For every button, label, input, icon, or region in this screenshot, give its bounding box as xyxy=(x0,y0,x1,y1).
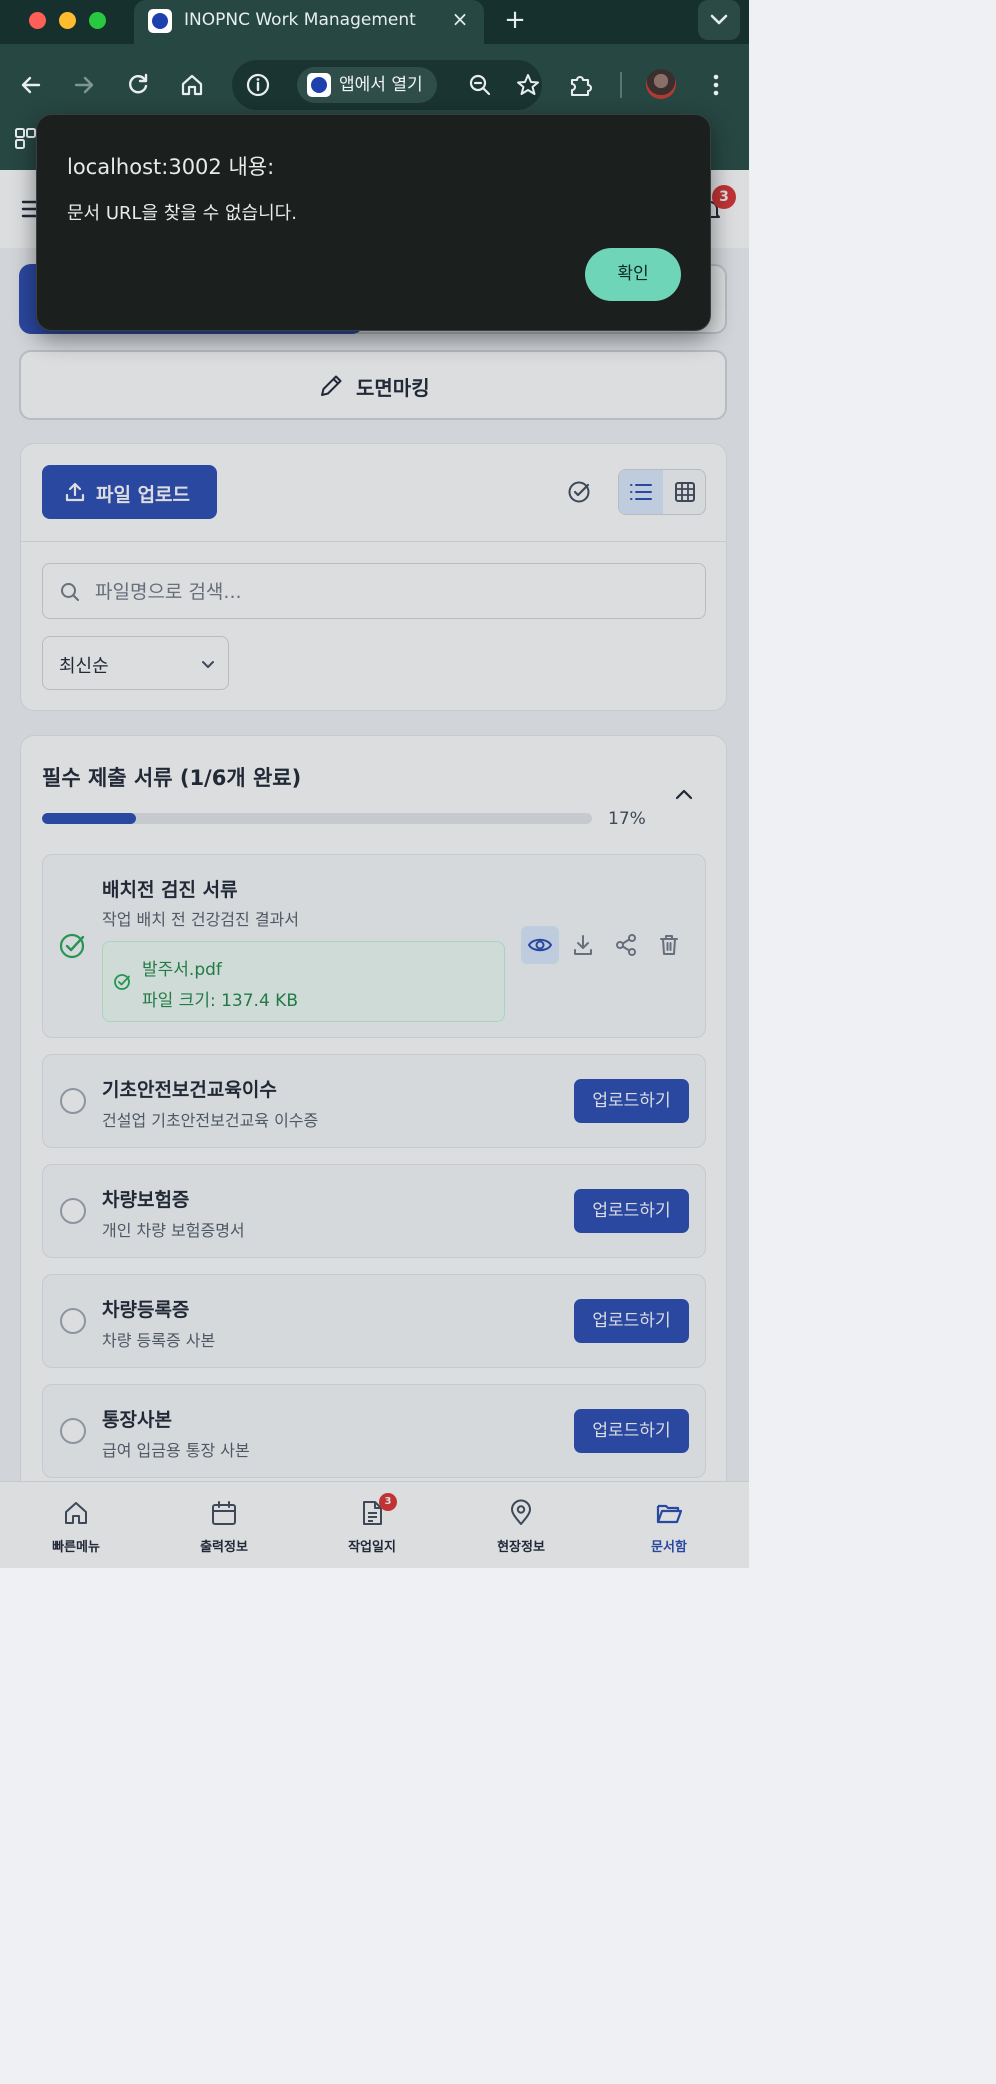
window-close-button[interactable] xyxy=(29,12,46,29)
dialog-title: localhost:3002 내용: xyxy=(67,155,275,179)
open-in-app-button[interactable]: 앱에서 열기 xyxy=(297,67,437,103)
reload-icon xyxy=(129,73,148,94)
window-maximize-button[interactable] xyxy=(89,12,106,29)
bookmark-button[interactable] xyxy=(514,71,542,99)
window-minimize-button[interactable] xyxy=(59,12,76,29)
tab-favicon-icon xyxy=(148,9,172,33)
back-button[interactable] xyxy=(17,71,45,99)
extensions-button[interactable] xyxy=(567,71,595,99)
forward-button[interactable] xyxy=(70,71,98,99)
arrow-right-icon xyxy=(74,76,94,94)
new-tab-button[interactable]: + xyxy=(503,7,527,33)
alert-dialog: localhost:3002 내용: 문서 URL을 찾을 수 없습니다. 확인 xyxy=(36,114,711,331)
apps-grid-icon xyxy=(15,128,36,149)
dialog-message: 문서 URL을 찾을 수 없습니다. xyxy=(67,203,297,224)
tab-search-button[interactable] xyxy=(698,0,740,40)
browser-menu-button[interactable] xyxy=(702,71,730,99)
app-favicon-icon xyxy=(307,73,331,97)
chevron-down-icon xyxy=(710,14,728,25)
tab-title: INOPNC Work Management xyxy=(184,10,416,30)
info-icon[interactable] xyxy=(244,71,272,99)
dialog-ok-button[interactable]: 확인 xyxy=(585,248,681,301)
tab-close-button[interactable]: × xyxy=(449,8,471,30)
zoom-icon[interactable] xyxy=(466,71,494,99)
profile-avatar[interactable] xyxy=(646,69,676,99)
browser-tab-bar: INOPNC Work Management × + xyxy=(0,0,749,46)
home-icon xyxy=(181,74,203,96)
open-in-app-label: 앱에서 열기 xyxy=(339,75,423,95)
home-button[interactable] xyxy=(178,71,206,99)
arrow-left-icon xyxy=(21,76,41,94)
puzzle-icon xyxy=(570,76,592,97)
address-bar[interactable]: 앱에서 열기 xyxy=(232,60,542,110)
modal-backdrop xyxy=(0,170,749,1568)
star-icon xyxy=(517,74,539,95)
toolbar-separator xyxy=(620,72,622,98)
kebab-menu-icon xyxy=(713,74,719,96)
browser-tab[interactable]: INOPNC Work Management × xyxy=(134,0,484,46)
reload-button[interactable] xyxy=(124,71,152,99)
